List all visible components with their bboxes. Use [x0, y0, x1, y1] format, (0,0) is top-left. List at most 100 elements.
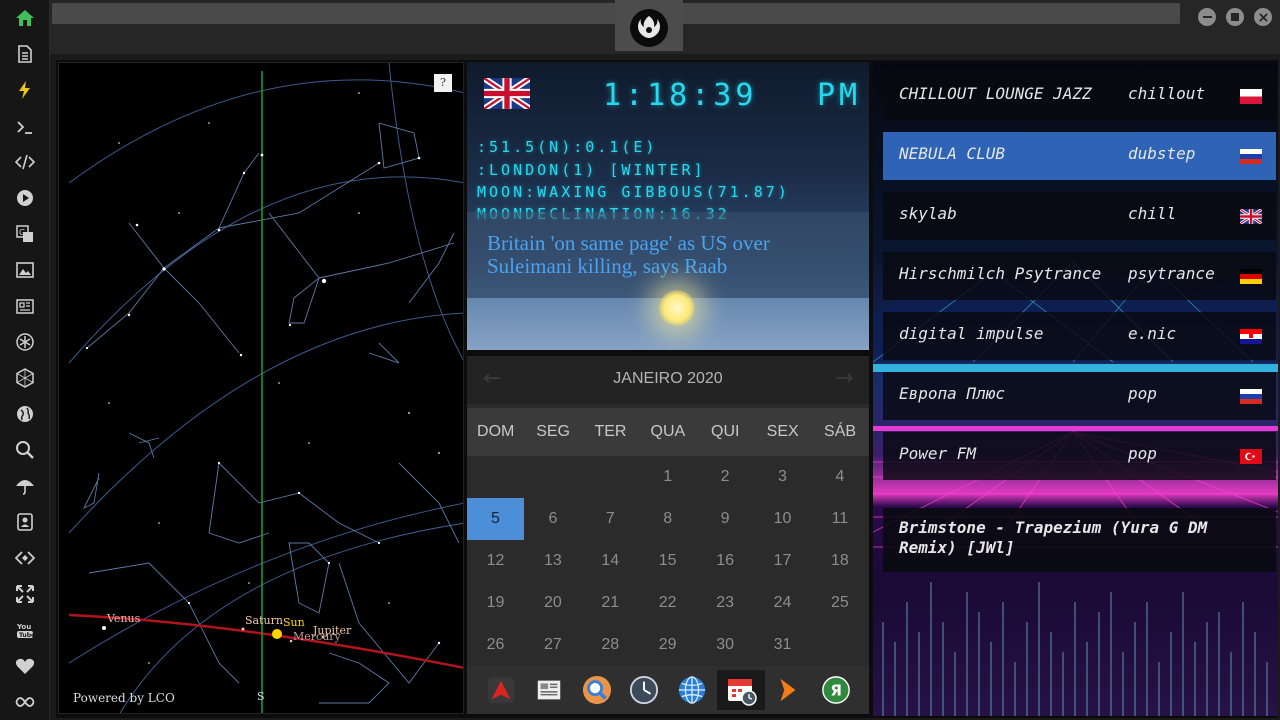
- hexagon-icon[interactable]: [11, 364, 39, 392]
- calendar-day[interactable]: 23: [697, 582, 754, 624]
- powered-by-label: Powered by LCO: [73, 691, 175, 705]
- next-month-button[interactable]: →: [835, 366, 853, 391]
- calendar-day[interactable]: 11: [811, 498, 868, 540]
- close-button[interactable]: [1254, 8, 1272, 26]
- youtube-icon[interactable]: You Tube: [11, 616, 39, 644]
- calendar-day[interactable]: 29: [639, 624, 696, 666]
- planet-label-saturn: Saturn: [245, 614, 283, 627]
- radio-station-item[interactable]: Европа Плюс pop: [883, 372, 1276, 420]
- logo-tab[interactable]: [615, 0, 683, 51]
- terminal-icon[interactable]: [11, 113, 39, 141]
- svg-text:You: You: [16, 623, 31, 631]
- home-icon[interactable]: [11, 4, 39, 32]
- help-button[interactable]: ?: [434, 74, 452, 92]
- calendar-widget: ← JANEIRO 2020 → DOM SEG TER QUA QUI SEX…: [467, 356, 869, 666]
- clock-time: 1:18:39: [603, 78, 758, 113]
- calendar-day[interactable]: 22: [639, 582, 696, 624]
- weekday-label: SEX: [766, 423, 799, 440]
- radio-station-item[interactable]: Power FM pop: [883, 432, 1276, 480]
- calendar-day[interactable]: 9: [697, 498, 754, 540]
- calendar-day[interactable]: 19: [467, 582, 524, 624]
- calendar-header: ← JANEIRO 2020 →: [467, 356, 869, 404]
- radio-station-item-active[interactable]: NEBULA CLUB dubstep: [883, 132, 1276, 180]
- calendar-day[interactable]: 31: [754, 624, 811, 666]
- calendar-day[interactable]: 3: [754, 456, 811, 498]
- calendar-day[interactable]: 13: [524, 540, 581, 582]
- play-icon[interactable]: [11, 184, 39, 212]
- minimize-button[interactable]: [1198, 8, 1216, 26]
- calendar-day[interactable]: 24: [754, 582, 811, 624]
- calendar-day[interactable]: 20: [524, 582, 581, 624]
- calendar-day[interactable]: 27: [524, 624, 581, 666]
- radio-station-item[interactable]: CHILLOUT LOUNGE JAZZ chillout: [883, 72, 1276, 120]
- calendar-day[interactable]: 25: [811, 582, 868, 624]
- maximize-button[interactable]: [1226, 8, 1244, 26]
- calendar-day[interactable]: 14: [582, 540, 639, 582]
- expand-icon[interactable]: [11, 580, 39, 608]
- search-icon[interactable]: [11, 436, 39, 464]
- calendar-day[interactable]: 17: [754, 540, 811, 582]
- calendar-day[interactable]: 1: [639, 456, 696, 498]
- code-brackets-icon[interactable]: [11, 544, 39, 572]
- calendar-day[interactable]: 26: [467, 624, 524, 666]
- calendar-day[interactable]: 16: [697, 540, 754, 582]
- coords-label: :51.5(N):0.1(E): [477, 138, 658, 156]
- code-icon[interactable]: [11, 148, 39, 176]
- sun-glow: [659, 290, 695, 326]
- calendar-day[interactable]: 28: [582, 624, 639, 666]
- sidebar: G You Tube: [0, 0, 50, 720]
- heart-icon[interactable]: [11, 652, 39, 680]
- top-bar: [50, 0, 1280, 54]
- calendar-day[interactable]: 7: [582, 498, 639, 540]
- document-icon[interactable]: [11, 40, 39, 68]
- search-app-icon[interactable]: [577, 670, 617, 710]
- weekday-label: QUA: [650, 423, 686, 440]
- station-name: Европа Плюс: [899, 384, 1005, 403]
- translate-icon[interactable]: G: [11, 220, 39, 248]
- asterisk-icon[interactable]: [11, 328, 39, 356]
- radio-panel: CHILLOUT LOUNGE JAZZ chillout NEBULA CLU…: [873, 62, 1278, 716]
- svg-text:G: G: [19, 228, 25, 237]
- radio-station-item[interactable]: Hirschmilch Psytrance psytrance: [883, 252, 1276, 300]
- station-genre: pop: [1128, 444, 1157, 463]
- calendar-day[interactable]: 4: [811, 456, 868, 498]
- yandex-app-icon[interactable]: Я: [816, 670, 856, 710]
- clock-app-icon[interactable]: [624, 670, 664, 710]
- lightning-icon[interactable]: [11, 76, 39, 104]
- sky-map[interactable]: Venus Saturn Sun Jupiter Mercury S ? Pow…: [58, 62, 464, 714]
- app-launcher-icon[interactable]: [481, 670, 521, 710]
- location-label: :LONDON(1) [WINTER]: [477, 161, 706, 179]
- umbrella-icon[interactable]: [11, 472, 39, 500]
- calendar-day[interactable]: 21: [582, 582, 639, 624]
- calendar-day[interactable]: 10: [754, 498, 811, 540]
- calendar-day[interactable]: 2: [697, 456, 754, 498]
- news-icon[interactable]: [11, 292, 39, 320]
- south-label: S: [257, 690, 265, 703]
- news-reader-icon[interactable]: [529, 670, 569, 710]
- globe-icon[interactable]: [11, 400, 39, 428]
- calendar-day[interactable]: 30: [697, 624, 754, 666]
- planet-label-mercury: Mercury: [293, 630, 341, 643]
- image-icon[interactable]: [11, 256, 39, 284]
- calendar-day[interactable]: 8: [639, 498, 696, 540]
- now-playing[interactable]: Brimstone - Trapezium (Yura G DM Remix) …: [883, 508, 1276, 572]
- station-name: digital impulse: [899, 324, 1044, 343]
- station-genre: chill: [1128, 204, 1177, 223]
- calendar-day[interactable]: 15: [639, 540, 696, 582]
- arrow-app-icon[interactable]: [768, 670, 808, 710]
- radio-station-item[interactable]: digital impulse e.nic: [883, 312, 1276, 360]
- calendar-app-icon[interactable]: [717, 670, 765, 710]
- radio-station-item[interactable]: skylab chill: [883, 192, 1276, 240]
- weekday-label: SÁB: [824, 423, 857, 440]
- globe-app-icon[interactable]: [672, 670, 712, 710]
- calendar-day[interactable]: 12: [467, 540, 524, 582]
- news-headline[interactable]: Britain 'on same page' as US over Suleim…: [487, 232, 847, 278]
- app-dock: Я: [467, 666, 869, 714]
- station-genre: psytrance: [1128, 264, 1215, 283]
- calendar-day[interactable]: 18: [811, 540, 868, 582]
- station-genre: chillout: [1128, 84, 1206, 103]
- calendar-day-today[interactable]: 5: [467, 498, 524, 540]
- calendar-day[interactable]: 6: [524, 498, 581, 540]
- infinity-icon[interactable]: [11, 688, 39, 716]
- contact-icon[interactable]: [11, 508, 39, 536]
